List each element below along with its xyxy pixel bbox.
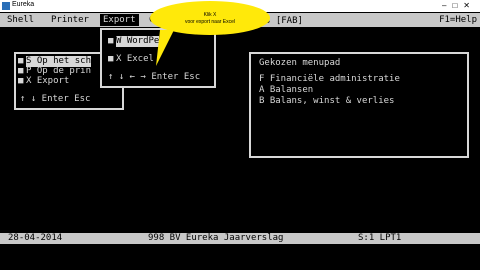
tooltip-line-1: Klik X [203,12,217,18]
status-printer: S:1 LPT1 [358,233,402,243]
menu-path-item-f: F Financiële administratie [259,74,400,84]
menu-path-panel: Gekozen menupad F Financiële administrat… [249,52,469,158]
menu-path-item-a: A Balansen [259,85,314,95]
left-item-x[interactable]: X Export [26,76,69,87]
tooltip-pointer [156,30,174,66]
menu-path-item-b: B Balans, winst & verlies [259,96,395,106]
status-company: 998 BV Eureka Jaarverslag [148,233,284,243]
screen-title: s [FAB] [265,16,303,26]
tooltip-callout: Klik X voor export naar Excel [150,1,270,35]
window-controls[interactable]: –□✕ [442,1,476,10]
export-item-excel[interactable]: X Excel [116,54,154,65]
status-date: 28-04-2014 [8,233,63,243]
status-bar: 28-04-2014 998 BV Eureka Jaarverslag S:1… [0,233,480,244]
menu-path-title: Gekozen menupad [259,58,341,68]
export-nav-hint: ↑ ↓ ← → Enter Esc [108,72,201,82]
tooltip-line-2: voor export naar Excel [184,19,236,25]
export-item-w-marker: ■ [108,36,114,46]
menu-shell[interactable]: Shell [4,14,37,26]
window-title: Eureka [12,1,35,8]
left-nav-hint: ↑ ↓ Enter Esc [20,94,91,104]
left-item-x-marker: ■ [18,76,24,86]
export-item-x-marker: ■ [108,54,114,64]
menu-printer[interactable]: Printer [48,14,92,26]
menu-export[interactable]: Export [100,14,139,26]
app-icon [2,2,10,10]
help-hint: F1=Help [439,15,477,25]
